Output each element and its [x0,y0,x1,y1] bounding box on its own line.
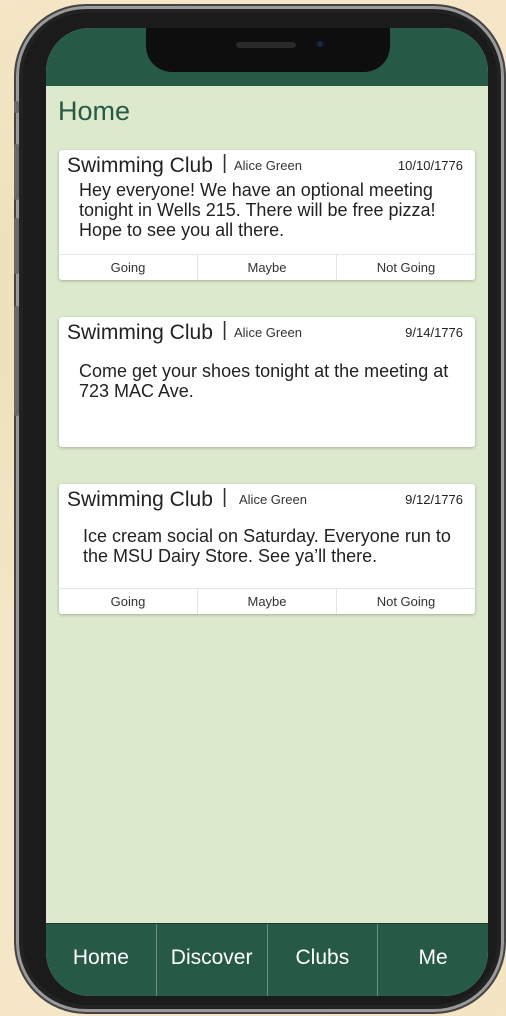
app-screen: Home Swimming Club | Alice Green 10/10/1… [46,28,488,996]
post-card: Swimming Club | Alice Green 9/12/1776 Ic… [59,484,475,614]
post-header: Swimming Club | Alice Green 9/12/1776 [59,484,475,514]
rsvp-bar: Going Maybe Not Going [59,254,475,280]
post-club-name[interactable]: Swimming Club [67,321,213,345]
post-card: Swimming Club | Alice Green 10/10/1776 H… [59,150,475,280]
front-camera-icon [314,38,326,50]
volume-up-button [14,144,19,200]
post-date: 9/14/1776 [405,325,463,340]
post-separator: | [222,486,228,508]
post-author: Alice Green [234,325,302,340]
maybe-button[interactable]: Maybe [198,255,337,280]
going-button[interactable]: Going [59,255,198,280]
post-club-name[interactable]: Swimming Club [67,154,213,178]
post-separator: | [222,319,228,341]
volume-down-button [14,218,19,274]
maybe-button[interactable]: Maybe [198,589,337,614]
post-club-name[interactable]: Swimming Club [67,488,213,512]
tab-discover[interactable]: Discover [157,924,268,996]
rsvp-bar: Going Maybe Not Going [59,588,475,614]
side-button [14,306,19,416]
post-author: Alice Green [234,158,302,173]
post-body: Come get your shoes tonight at the meeti… [79,361,449,401]
tab-home[interactable]: Home [46,924,157,996]
post-date: 9/12/1776 [405,492,463,507]
going-button[interactable]: Going [59,589,198,614]
speaker [236,42,296,48]
tab-clubs[interactable]: Clubs [268,924,379,996]
post-body: Ice cream social on Saturday. Everyone r… [83,526,451,566]
not-going-button[interactable]: Not Going [337,255,475,280]
post-body: Hey everyone! We have an optional meetin… [79,180,436,240]
not-going-button[interactable]: Not Going [337,589,475,614]
bottom-tab-bar: Home Discover Clubs Me [46,923,488,996]
post-separator: | [222,152,228,174]
post-author: Alice Green [239,492,307,507]
mute-switch [14,101,19,113]
notch [146,28,390,72]
post-date: 10/10/1776 [397,158,463,173]
post-card: Swimming Club | Alice Green 9/14/1776 Co… [59,317,475,447]
post-header: Swimming Club | Alice Green 9/14/1776 [59,317,475,347]
status-bar [46,28,488,86]
page-title: Home [58,96,131,126]
tab-me[interactable]: Me [378,924,488,996]
post-header: Swimming Club | Alice Green 10/10/1776 [59,150,475,180]
